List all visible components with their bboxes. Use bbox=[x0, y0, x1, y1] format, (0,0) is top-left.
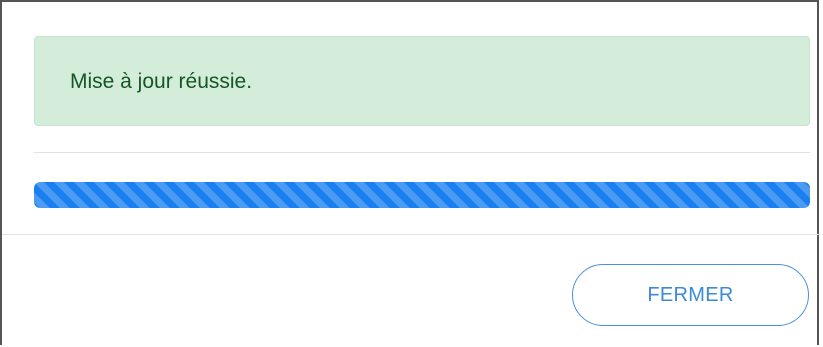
progress-track bbox=[34, 182, 810, 208]
update-dialog: Mise à jour réussie. FERMER bbox=[0, 0, 821, 345]
footer-divider bbox=[2, 234, 821, 235]
progress-bar bbox=[34, 182, 810, 208]
success-alert: Mise à jour réussie. bbox=[34, 36, 810, 126]
divider bbox=[34, 152, 810, 153]
alert-message: Mise à jour réussie. bbox=[70, 70, 253, 93]
close-button[interactable]: FERMER bbox=[572, 264, 809, 326]
